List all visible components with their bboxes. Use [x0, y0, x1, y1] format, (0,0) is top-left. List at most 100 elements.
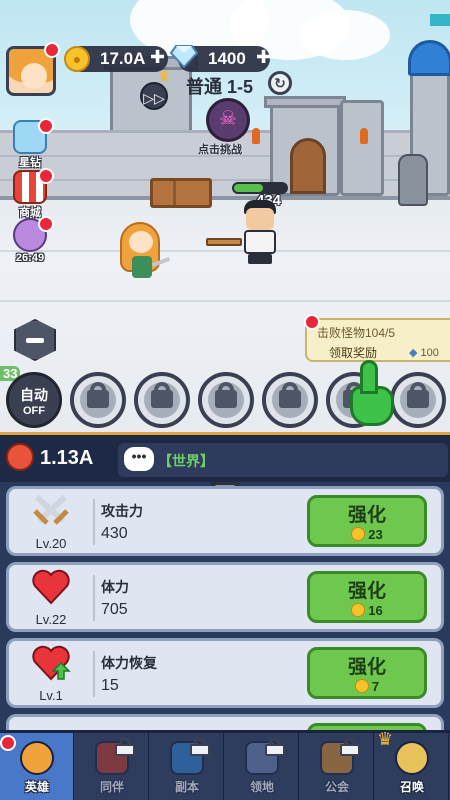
lock-icon: [340, 737, 360, 756]
upgrade-button-label: 强化: [347, 657, 386, 678]
combat-power-icon: [6, 443, 34, 471]
fast-forward-button[interactable]: ▷▷: [140, 82, 168, 110]
gold-coin-icon: ●: [64, 46, 90, 72]
notification-dot: [38, 118, 54, 134]
info-bar: 1.13A ••• 【世界】: [0, 432, 450, 482]
chat-channel: 【世界】: [158, 453, 214, 469]
locked-skill-slot[interactable]: [134, 372, 190, 428]
diamond-icon: [170, 45, 198, 68]
upgrade-value: 705: [101, 601, 128, 618]
tutorial-pointer-icon: [350, 360, 394, 426]
crown-icon: ♛: [377, 729, 394, 749]
upgrade-cost: 16: [310, 603, 424, 618]
tab-label: 英雄: [24, 780, 49, 794]
upgrade-hp-button[interactable]: 强化 16: [307, 571, 427, 623]
locked-skill-slot[interactable]: [198, 372, 254, 428]
torch: [360, 128, 368, 144]
upgrade-attack-button[interactable]: 强化 23: [307, 495, 427, 547]
upgrade-name: 体力: [101, 579, 129, 595]
heart-icon: [32, 569, 70, 605]
cloud: [300, 10, 390, 60]
gold-coin-icon: [351, 603, 366, 617]
summon-circle-icon: [395, 741, 429, 775]
chat-bubble-icon: •••: [124, 447, 154, 471]
upgrade-icon-box: Lv.20: [19, 493, 83, 551]
diamond-icon: ◆: [409, 347, 418, 359]
combat-power-value: 1.13A: [40, 447, 94, 469]
notification-dot: [0, 735, 16, 751]
quest-panel[interactable]: 击败怪物104/5 领取奖励 ◆ 100: [305, 318, 450, 362]
tab-2[interactable]: 副本: [150, 733, 224, 800]
upgrade-row-hp: Lv.22 体力 705 强化 16: [6, 562, 444, 632]
lock-icon: [265, 737, 285, 756]
tab-label: 副本: [174, 780, 199, 794]
gold-coin-icon: [354, 679, 369, 693]
torch: [252, 128, 260, 144]
upgrade-row-attack: Lv.20 攻击力 430 强化 23: [6, 486, 444, 556]
enemy-hp-fill: [234, 184, 263, 192]
chat-bar[interactable]: ••• 【世界】: [118, 443, 448, 477]
add-gems-button[interactable]: ✚: [256, 47, 271, 68]
gold-coin-icon: [351, 527, 366, 541]
enemy-monster: [206, 200, 282, 266]
gold-value: 17.0A: [100, 49, 146, 68]
swords-icon: [33, 494, 69, 525]
tab-label: 同伴: [99, 780, 124, 794]
notification-dot: [38, 168, 54, 184]
locked-skill-slot[interactable]: [390, 372, 446, 428]
bottom-tab-bar: 英雄 同伴 副本 领地 公会 召唤 ♛: [0, 729, 450, 800]
notification-dot: [304, 314, 320, 330]
notification-dot: [38, 216, 54, 232]
upgrade-icon-box: Lv.22: [19, 569, 83, 627]
side-tower: [340, 100, 384, 196]
player-hero: [120, 222, 171, 282]
tab-label: 领地: [249, 780, 274, 794]
tab-1[interactable]: 同伴: [75, 733, 149, 800]
locked-skill-slot[interactable]: [262, 372, 318, 428]
quest-title: 击败怪物104/5: [317, 326, 396, 340]
upgrade-hp-regen-button[interactable]: 强化 7: [307, 647, 427, 699]
boss-challenge-label: 点击挑战: [198, 144, 242, 156]
upgrade-level: Lv.1: [39, 688, 63, 703]
upgrade-name: 体力恢复: [101, 655, 157, 671]
tab-4[interactable]: 公会: [300, 733, 374, 800]
claim-reward-label: 领取奖励: [329, 346, 378, 360]
stage-label: 普通 1-5: [186, 77, 254, 97]
upgrade-icon-box: Lv.1: [19, 645, 83, 703]
flag: [430, 14, 450, 26]
lock-icon: [190, 737, 210, 756]
hero-icon: [20, 741, 54, 775]
notification-dot: [44, 42, 60, 58]
tab-label: 召唤: [399, 780, 424, 794]
upgrade-button-label: 强化: [347, 505, 386, 526]
battle-scene: 434 17.0A ● ✚ 1400 ✚ ♛ 普通 1-5 ↻ ▷▷ ☠ 点击挑…: [0, 0, 450, 432]
gem-value: 1400: [208, 49, 246, 68]
upgrade-value: 430: [101, 525, 128, 542]
wooden-crate: [150, 178, 212, 208]
upgrade-list: Lv.20 攻击力 430 强化 23 Lv.22 体力 705 强化 16 L…: [0, 482, 450, 736]
knight-statue: [398, 154, 428, 206]
quest-reward: ◆ 100: [409, 347, 439, 359]
tab-5[interactable]: 召唤 ♛: [375, 729, 449, 800]
add-gold-button[interactable]: ✚: [150, 47, 165, 68]
upgrade-cost: 23: [310, 527, 424, 542]
upgrade-row-hp-regen: Lv.1 体力恢复 15 强化 7: [6, 638, 444, 708]
tab-label: 公会: [324, 780, 349, 794]
tab-3[interactable]: 领地: [225, 733, 299, 800]
tab-0[interactable]: 英雄: [0, 733, 74, 800]
upgrade-level: Lv.22: [35, 612, 67, 627]
minus-icon: [26, 338, 44, 343]
boss-challenge-button[interactable]: ☠: [206, 98, 250, 142]
timer-label: 26:49: [15, 252, 45, 264]
heart-regen-icon: [32, 645, 71, 681]
upgrade-button-label: 强化: [347, 581, 386, 602]
locked-skill-slot[interactable]: [70, 372, 126, 428]
refresh-icon[interactable]: ↻: [268, 71, 292, 95]
castle-gate: [290, 138, 326, 194]
upgrade-value: 15: [101, 677, 119, 694]
floor-line: [0, 250, 450, 252]
upgrade-cost: 7: [310, 679, 424, 694]
floor-line: [0, 300, 450, 302]
upgrade-name: 攻击力: [101, 503, 143, 519]
demon-skull-icon: ☠: [219, 108, 237, 130]
